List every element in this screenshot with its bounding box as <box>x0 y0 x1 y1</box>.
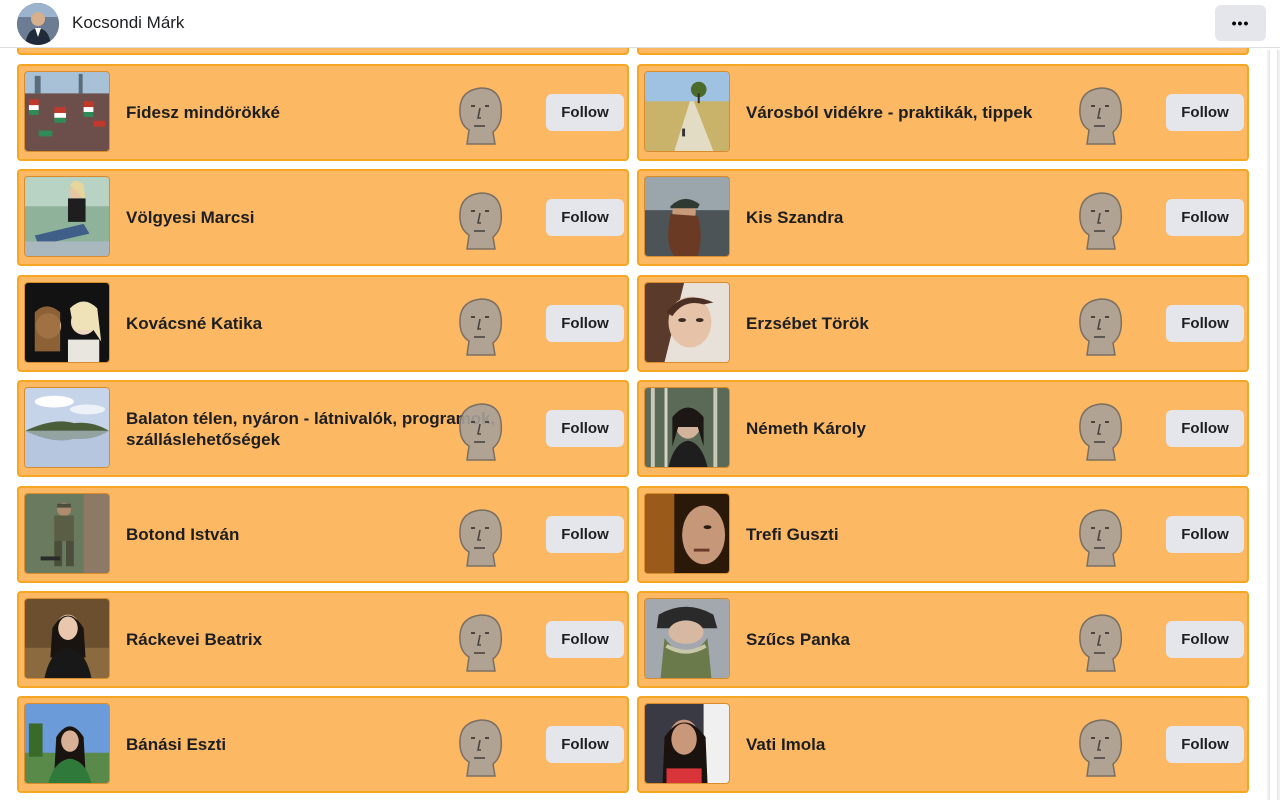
card-thumbnail[interactable] <box>644 598 730 679</box>
follow-button[interactable]: Follow <box>1166 94 1244 131</box>
follow-button[interactable]: Follow <box>546 410 624 448</box>
card-title[interactable]: Szűcs Panka <box>746 593 1166 686</box>
card-title[interactable]: Völgyesi Marcsi <box>126 171 546 264</box>
suggestion-card[interactable]: Botond István Follow <box>17 485 629 583</box>
card-thumbnail[interactable] <box>644 703 730 785</box>
follow-button[interactable]: Follow <box>546 515 624 553</box>
card-title[interactable]: Fidesz mindörökké <box>126 66 546 159</box>
card-title[interactable]: Erzsébet Török <box>746 277 1166 370</box>
follow-button[interactable]: Follow <box>1166 304 1244 342</box>
card-thumbnail[interactable] <box>24 598 110 679</box>
suggestion-card[interactable]: Völgyesi Marcsi Follow <box>17 169 629 267</box>
follow-button[interactable]: Follow <box>546 621 624 658</box>
card-title[interactable]: Botond István <box>126 488 546 581</box>
card-title[interactable]: Vati Imola <box>746 698 1166 791</box>
card-title[interactable]: Trefi Guszti <box>746 488 1166 581</box>
card-thumbnail[interactable] <box>644 71 730 152</box>
card-title[interactable]: Németh Károly <box>746 382 1166 475</box>
card-title[interactable]: Városból vidékre - praktikák, tippek <box>746 66 1166 159</box>
card-thumbnail[interactable] <box>644 176 730 258</box>
follow-button[interactable]: Follow <box>1166 199 1244 237</box>
suggestion-card[interactable]: Városból vidékre - praktikák, tippek Foll… <box>637 64 1249 161</box>
suggestion-card[interactable]: Balaton télen, nyáron - látnivalók, prog… <box>17 380 629 478</box>
suggestion-card[interactable]: Trefi Guszti Follow <box>637 485 1249 583</box>
follow-button[interactable]: Follow <box>546 304 624 342</box>
suggestion-card[interactable]: Vati Imola Follow <box>637 696 1249 794</box>
profile-avatar[interactable] <box>17 3 59 45</box>
suggestion-card[interactable]: Szűcs Panka Follow <box>637 591 1249 688</box>
suggestion-card[interactable]: Kovácsné Katika Follow <box>17 274 629 372</box>
follow-button[interactable]: Follow <box>1166 726 1244 764</box>
follow-button[interactable]: Follow <box>546 199 624 237</box>
card-thumbnail[interactable] <box>24 176 110 258</box>
more-dots-icon: ••• <box>1231 15 1250 31</box>
card-title[interactable]: Kis Szandra <box>746 171 1166 264</box>
card-title[interactable]: Balaton télen, nyáron - látnivalók, prog… <box>126 382 546 475</box>
follow-button[interactable]: Follow <box>1166 410 1244 448</box>
card-title[interactable]: Bánási Eszti <box>126 698 546 791</box>
follow-button[interactable]: Follow <box>546 94 624 131</box>
follow-button[interactable]: Follow <box>1166 515 1244 553</box>
card-thumbnail[interactable] <box>24 492 110 574</box>
suggestion-card[interactable]: Németh Károly Follow <box>637 380 1249 478</box>
card-title[interactable]: Ráckevei Beatrix <box>126 593 546 686</box>
suggestion-card[interactable]: Kis Szandra Follow <box>637 169 1249 267</box>
profile-name[interactable]: Kocsondi Márk <box>72 13 184 33</box>
card-thumbnail[interactable] <box>644 492 730 574</box>
card-thumbnail[interactable] <box>24 387 110 469</box>
suggestion-card[interactable]: Ráckevei Beatrix Follow <box>17 591 629 688</box>
card-title[interactable]: Kovácsné Katika <box>126 277 546 370</box>
more-options-button[interactable]: ••• <box>1215 5 1266 41</box>
follow-button[interactable]: Follow <box>1166 621 1244 658</box>
card-thumbnail[interactable] <box>24 703 110 785</box>
suggestion-card[interactable]: Bánási Eszti Follow <box>17 696 629 794</box>
scrollbar-thumb[interactable] <box>1269 50 1278 800</box>
card-thumbnail[interactable] <box>24 281 110 363</box>
profile-header: Kocsondi Márk ••• <box>0 0 1280 48</box>
suggestion-card[interactable]: Erzsébet Török Follow <box>637 274 1249 372</box>
follow-button[interactable]: Follow <box>546 726 624 764</box>
card-thumbnail[interactable] <box>644 387 730 469</box>
card-thumbnail[interactable] <box>644 281 730 363</box>
suggestion-card[interactable]: Fidesz mindörökké Follow <box>17 64 629 161</box>
card-thumbnail[interactable] <box>24 71 110 152</box>
